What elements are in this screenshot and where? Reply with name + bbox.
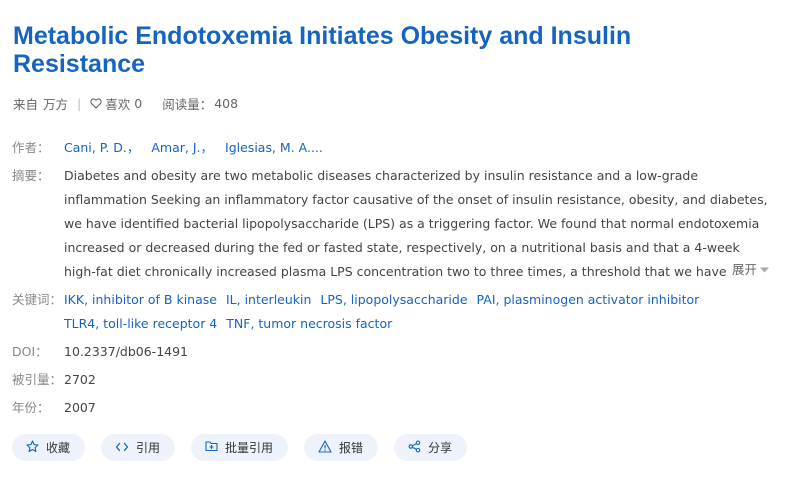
like-count: 0 (134, 95, 143, 111)
share-icon (408, 440, 428, 456)
doi-value: 10.2337/db06-1491 (64, 344, 188, 359)
expand-button[interactable]: 展开 (726, 258, 771, 282)
cited-label: 被引量： (12, 372, 63, 387)
keyword-link[interactable]: IL, interleukin (226, 292, 311, 307)
report-error-label: 报错 (339, 441, 364, 455)
cite-button[interactable]: 引用 (101, 434, 176, 461)
authors-row: 作者： Cani, P. D.， Amar, J.， Iglesias, M. A.… (12, 136, 772, 160)
expand-label: 展开 (732, 262, 758, 277)
keywords-list: IKK, inhibitor of B kinase IL, interleuki… (64, 288, 754, 336)
keyword-link[interactable]: LPS, lipopolysaccharide (320, 292, 467, 307)
share-label: 分享 (428, 441, 453, 455)
year-label: 年份： (12, 400, 50, 415)
favorite-button[interactable]: 收藏 (12, 434, 86, 461)
paper-meta: 来自 万方 | 喜欢 0 阅读量： 408 (13, 94, 239, 113)
keyword-link[interactable]: TLR4, toll-like receptor 4 (64, 316, 217, 331)
abstract-label: 摘要： (12, 168, 50, 183)
chevron-down-icon (757, 258, 770, 282)
keyword-link[interactable]: IKK, inhibitor of B kinase (64, 292, 217, 307)
year-row: 年份： 2007 (12, 396, 412, 420)
paper-title: Metabolic Endotoxemia Initiates Obesity … (13, 22, 632, 78)
year-value: 2007 (64, 400, 96, 415)
doi-row: DOI： 10.2337/db06-1491 (12, 340, 412, 364)
share-button[interactable]: 分享 (394, 434, 468, 461)
star-icon (26, 439, 46, 456)
meta-separator: | (77, 95, 82, 111)
favorite-label: 收藏 (46, 441, 71, 455)
cited-count-link[interactable]: 2702 (64, 368, 96, 392)
authors-list: Cani, P. D.， Amar, J.， Iglesias, M. A.... (64, 136, 335, 160)
author-link[interactable]: Cani, P. D.， (64, 140, 139, 155)
code-icon (115, 441, 136, 455)
source-label: 来自 (13, 96, 39, 112)
authors-label: 作者： (12, 140, 50, 155)
author-link[interactable]: Amar, J.， (151, 140, 213, 155)
heart-icon[interactable] (90, 97, 102, 109)
source-name: 万方 (43, 96, 69, 112)
doi-label: DOI： (12, 344, 48, 359)
batch-cite-button[interactable]: 批量引用 (191, 434, 289, 461)
keywords-line: IKK, inhibitor of B kinase IL, interleuki… (64, 288, 754, 312)
batch-cite-label: 批量引用 (225, 441, 274, 455)
keywords-line: TLR4, toll-like receptor 4 TNF, tumor nec… (64, 312, 754, 336)
abstract-text: Diabetes and obesity are two metabolic d… (64, 168, 768, 279)
keyword-link[interactable]: TNF, tumor necrosis factor (226, 316, 392, 331)
action-bar: 收藏 引用 批量引用 报错 分享 (12, 434, 483, 461)
folder-icon (205, 440, 225, 455)
warning-icon (318, 439, 339, 456)
like-label[interactable]: 喜欢 (105, 94, 130, 113)
cited-row: 被引量： 2702 (12, 368, 412, 392)
cite-label: 引用 (136, 441, 161, 455)
author-link[interactable]: Iglesias, M. A.... (225, 140, 323, 155)
keywords-label: 关键词： (12, 292, 63, 307)
keyword-link[interactable]: PAI, plasminogen activator inhibitor (477, 292, 700, 307)
views-label: 阅读量： (162, 96, 213, 112)
report-error-button[interactable]: 报错 (304, 434, 379, 461)
views-count: 408 (214, 95, 239, 111)
